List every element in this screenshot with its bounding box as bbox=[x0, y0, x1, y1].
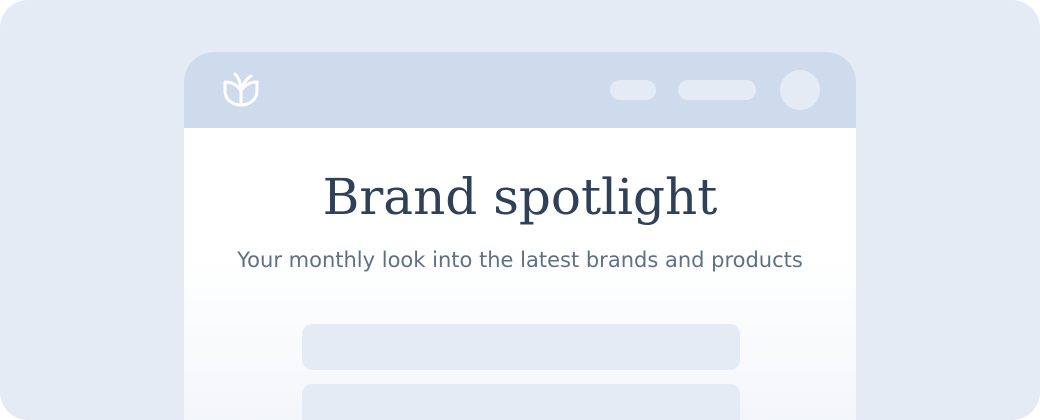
newsletter-header bbox=[184, 52, 856, 128]
leaf-sprout-icon[interactable] bbox=[221, 72, 261, 108]
preview-canvas: Brand spotlight Your monthly look into t… bbox=[0, 0, 1040, 420]
nav-link-placeholder[interactable] bbox=[678, 80, 756, 100]
content-placeholder bbox=[302, 384, 740, 420]
avatar[interactable] bbox=[780, 70, 820, 110]
nav-link-placeholder[interactable] bbox=[610, 80, 656, 100]
page-title: Brand spotlight bbox=[322, 168, 718, 226]
page-subtitle: Your monthly look into the latest brands… bbox=[237, 248, 803, 272]
newsletter-window: Brand spotlight Your monthly look into t… bbox=[184, 52, 856, 420]
content-placeholder bbox=[302, 324, 740, 370]
